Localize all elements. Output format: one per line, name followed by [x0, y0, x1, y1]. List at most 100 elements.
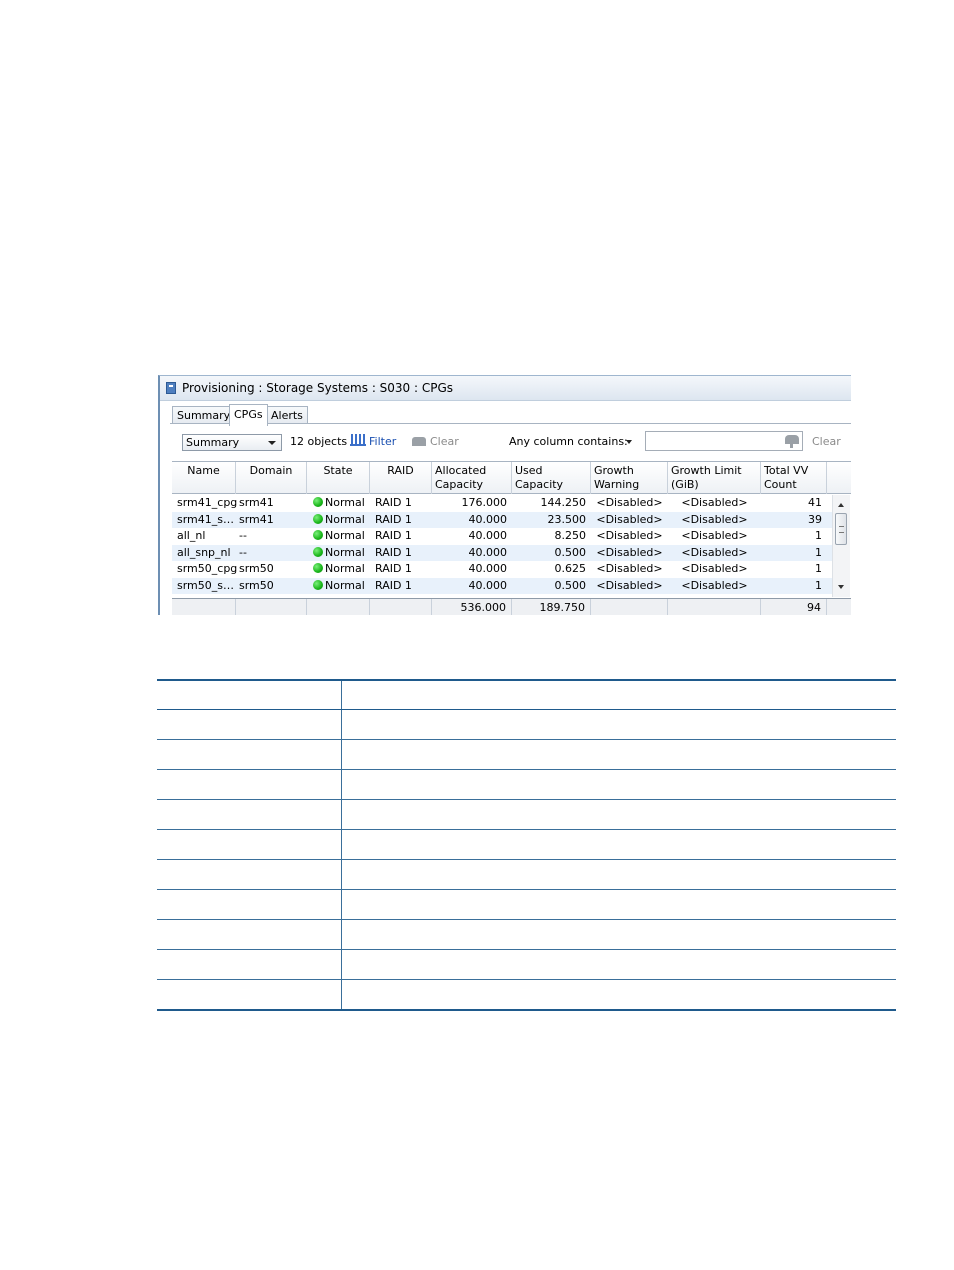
reference-cell	[157, 709, 342, 740]
cell-name: srm41_cpg	[177, 496, 238, 509]
column-header-raid[interactable]: RAID	[370, 462, 432, 494]
reference-table-row	[157, 979, 896, 1011]
totals-row: 536.000 189.750 94	[172, 598, 851, 615]
table-row[interactable]: all_nl -- Normal RAID 1 40.000 8.250 <Di…	[172, 528, 832, 545]
scroll-up-icon[interactable]	[838, 503, 844, 507]
reference-cell	[157, 739, 342, 770]
scroll-down-icon[interactable]	[838, 585, 844, 589]
cell-state-label: Normal	[325, 512, 365, 526]
cell-growth-limit: <Disabled>	[681, 562, 748, 575]
cell-name: srm50_s…	[177, 578, 235, 592]
cell-allocated: 40.000	[468, 562, 508, 575]
table-row[interactable]: srm50_s… srm50 Normal RAID 1 40.000 0.50…	[172, 577, 832, 594]
column-header-growth-warning[interactable]: Growth Warning (GiB)	[591, 462, 668, 494]
column-header-name[interactable]: Name	[172, 462, 236, 494]
reference-table-header	[157, 679, 896, 710]
reference-cell	[157, 859, 342, 890]
status-ok-icon	[313, 579, 323, 590]
cell-used: 0.500	[554, 578, 587, 592]
table-row[interactable]: all_snp_nl -- Normal RAID 1 40.000 0.500…	[172, 544, 832, 561]
status-ok-icon	[313, 497, 323, 507]
status-ok-icon	[313, 513, 323, 524]
cell-growth-limit: <Disabled>	[681, 578, 748, 592]
reference-cell	[157, 799, 342, 830]
table-row[interactable]: srm41_cpg srm41 Normal RAID 1 176.000 14…	[172, 495, 832, 512]
reference-cell	[157, 769, 342, 800]
cell-allocated: 40.000	[468, 545, 508, 559]
total-cell-empty	[307, 599, 370, 615]
cell-state-label: Normal	[325, 545, 365, 559]
cell-allocated: 40.000	[468, 529, 508, 542]
reference-cell	[157, 919, 342, 950]
cell-raid: RAID 1	[375, 562, 412, 575]
total-used: 189.750	[512, 599, 591, 615]
total-vv: 94	[761, 599, 827, 615]
cell-used: 144.250	[540, 496, 587, 509]
cell-growth-limit: <Disabled>	[681, 545, 748, 559]
cell-raid: RAID 1	[375, 529, 412, 542]
window-title: Provisioning : Storage Systems : S030 : …	[182, 381, 454, 395]
cell-used: 0.625	[554, 562, 587, 575]
cpg-grid: Name Domain State RAID Allocated Capacit…	[172, 461, 851, 615]
cell-state-label: Normal	[325, 496, 365, 509]
grid-body: srm41_cpg srm41 Normal RAID 1 176.000 14…	[172, 495, 832, 597]
clear-filter-button[interactable]: Clear	[412, 433, 459, 451]
status-ok-icon	[313, 563, 323, 573]
scroll-thumb[interactable]	[835, 513, 847, 545]
reference-table-row	[157, 769, 896, 800]
view-select[interactable]: Summary	[182, 434, 282, 451]
cell-growth-warning: <Disabled>	[596, 496, 663, 509]
cell-used: 23.500	[547, 512, 587, 526]
search-clear-button[interactable]: Clear	[812, 435, 841, 448]
reference-cell	[341, 949, 896, 980]
cell-state-label: Normal	[325, 529, 365, 542]
column-header-state[interactable]: State	[307, 462, 370, 494]
cell-domain: srm50	[239, 578, 274, 592]
column-header-domain[interactable]: Domain	[236, 462, 307, 494]
reference-table-row	[157, 709, 896, 740]
reference-cell	[341, 709, 896, 740]
cell-growth-warning: <Disabled>	[596, 562, 663, 575]
table-row[interactable]: srm50_cpg srm50 Normal RAID 1 40.000 0.6…	[172, 561, 832, 578]
cell-name: all_nl	[177, 529, 206, 542]
column-header-allocated[interactable]: Allocated Capacity (GiB)	[432, 462, 512, 494]
cell-total-vv: 39	[808, 512, 822, 526]
search-input[interactable]	[645, 431, 803, 451]
reference-cell	[341, 979, 896, 1011]
cell-total-vv: 1	[815, 545, 822, 559]
reference-table-row	[157, 859, 896, 890]
tab-summary[interactable]: Summary	[172, 406, 236, 424]
table-row[interactable]: srm41_s… srm41 Normal RAID 1 40.000 23.5…	[172, 511, 832, 528]
cell-state: Normal	[310, 495, 372, 511]
cell-total-vv: 1	[815, 578, 822, 592]
cell-domain: --	[239, 529, 247, 542]
reference-cell	[341, 889, 896, 920]
total-cell-empty	[668, 599, 761, 615]
cell-domain: srm50	[239, 562, 274, 575]
filter-button[interactable]: Filter	[350, 433, 396, 451]
filter-label: Filter	[369, 435, 397, 448]
status-ok-icon	[313, 546, 323, 557]
reference-cell	[157, 949, 342, 980]
vertical-scrollbar[interactable]	[832, 495, 850, 597]
cell-state: Normal	[310, 545, 372, 561]
column-header-used[interactable]: Used Capacity (GiB)	[512, 462, 591, 494]
cell-state-label: Normal	[325, 562, 365, 575]
cell-name: all_snp_nl	[177, 545, 231, 559]
cell-total-vv: 1	[815, 562, 822, 575]
reference-table-row	[157, 889, 896, 920]
window-icon	[166, 382, 176, 394]
any-column-dropdown-icon[interactable]	[626, 440, 632, 444]
reference-header-cell	[341, 679, 896, 710]
column-header-growth-limit[interactable]: Growth Limit (GiB)	[668, 462, 761, 494]
search-icon[interactable]	[785, 435, 799, 448]
cell-state: Normal	[310, 561, 372, 577]
tab-alerts[interactable]: Alerts	[266, 406, 308, 424]
cell-growth-limit: <Disabled>	[681, 529, 748, 542]
reference-cell	[341, 799, 896, 830]
tab-cpgs[interactable]: CPGs	[229, 404, 268, 426]
cell-raid: RAID 1	[375, 578, 412, 592]
any-column-label: Any column contains:	[509, 435, 628, 448]
reference-cell	[341, 859, 896, 890]
column-header-total-vv[interactable]: Total VV Count	[761, 462, 827, 494]
